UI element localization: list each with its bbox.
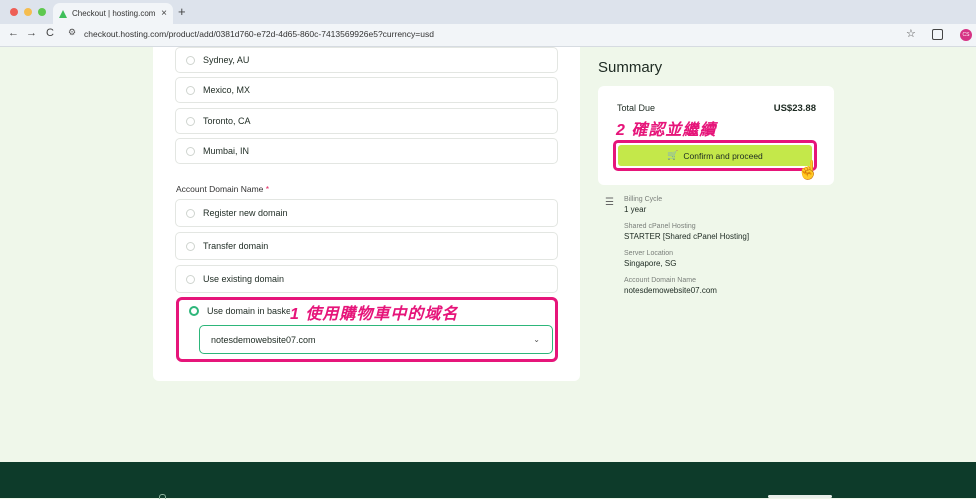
detail-account-domain: Account Domain Name notesdemowebsite07.c… <box>624 277 717 295</box>
selected-radio-icon[interactable] <box>189 306 199 316</box>
browser-tab-bar: Checkout | hosting.com × + <box>0 0 976 24</box>
extensions-icon[interactable] <box>932 29 943 40</box>
total-due-value: US$23.88 <box>773 103 816 114</box>
radio-icon[interactable] <box>186 241 195 251</box>
browser-tab[interactable]: Checkout | hosting.com × <box>53 3 173 24</box>
annotation-step-2: 2 確認並繼續 <box>616 122 717 139</box>
sliders-icon: ☰ <box>605 197 614 208</box>
radio-icon[interactable] <box>186 208 195 218</box>
option-label: Register new domain <box>203 208 288 218</box>
back-button[interactable]: ← <box>8 27 19 39</box>
location-option-mumbai[interactable]: Mumbai, IN <box>175 138 558 164</box>
domain-section-label: Account Domain Name * <box>176 184 269 194</box>
radio-icon[interactable] <box>186 85 195 95</box>
detail-hosting-plan: Shared cPanel Hosting STARTER [Shared cP… <box>624 223 749 241</box>
footer-logo-icon <box>159 494 166 499</box>
basket-option-row[interactable]: Use domain in basket <box>179 306 294 316</box>
radio-icon[interactable] <box>186 116 195 126</box>
option-label: Transfer domain <box>203 241 269 251</box>
tab-title: Checkout | hosting.com <box>72 9 156 18</box>
bookmark-star-icon[interactable]: ☆ <box>906 27 916 40</box>
option-label: Toronto, CA <box>203 116 251 126</box>
new-tab-button[interactable]: + <box>178 4 186 19</box>
tab-close-icon[interactable]: × <box>161 8 167 19</box>
domain-option-existing[interactable]: Use existing domain <box>175 265 558 293</box>
summary-title: Summary <box>598 59 663 76</box>
section-label-text: Account Domain Name <box>176 184 264 194</box>
url-field[interactable]: ⚙ checkout.hosting.com/product/add/0381d… <box>62 27 922 43</box>
radio-icon[interactable] <box>186 274 195 284</box>
location-option-mexico[interactable]: Mexico, MX <box>175 77 558 103</box>
detail-key: Account Domain Name <box>624 277 696 284</box>
option-label: Sydney, AU <box>203 55 250 65</box>
location-option-sydney[interactable]: Sydney, AU <box>175 47 558 73</box>
confirm-and-proceed-button[interactable]: 🛒 Confirm and proceed <box>618 145 812 166</box>
hand-cursor-icon: ☝ <box>797 160 820 180</box>
radio-icon[interactable] <box>186 55 195 65</box>
annotation-step-1: 1 使用購物車中的域名 <box>290 306 459 323</box>
site-settings-icon[interactable]: ⚙ <box>68 27 76 38</box>
domain-option-transfer[interactable]: Transfer domain <box>175 232 558 260</box>
detail-billing-cycle: Billing Cycle 1 year <box>624 196 662 214</box>
detail-key: Billing Cycle <box>624 196 663 203</box>
option-label: Use existing domain <box>203 274 285 284</box>
site-favicon-icon <box>59 9 67 18</box>
close-window-button[interactable] <box>10 8 18 16</box>
detail-value: 1 year <box>624 205 647 214</box>
maximize-window-button[interactable] <box>38 8 46 16</box>
window-controls <box>10 8 46 16</box>
detail-server-location: Server Location Singapore, SG <box>624 250 676 268</box>
forward-button[interactable]: → <box>26 27 37 39</box>
option-label: Use domain in basket <box>207 306 294 316</box>
chevron-down-icon: ⌄ <box>533 335 540 344</box>
location-option-toronto[interactable]: Toronto, CA <box>175 108 558 134</box>
confirm-button-label: Confirm and proceed <box>683 150 763 161</box>
detail-key: Shared cPanel Hosting <box>624 223 696 230</box>
detail-value: Singapore, SG <box>624 259 677 268</box>
minimize-window-button[interactable] <box>24 8 32 16</box>
address-bar: ← → C ⚙ checkout.hosting.com/product/add… <box>0 24 976 47</box>
basket-domain-select[interactable]: notesdemowebsite07.com ⌄ <box>199 325 553 354</box>
option-label: Mexico, MX <box>203 85 251 95</box>
detail-value: notesdemowebsite07.com <box>624 286 717 295</box>
detail-value: STARTER [Shared cPanel Hosting] <box>624 232 750 241</box>
total-due-label: Total Due <box>617 103 656 113</box>
radio-icon[interactable] <box>186 146 195 156</box>
profile-avatar[interactable]: CS <box>960 29 972 41</box>
reload-button[interactable]: C <box>46 27 54 39</box>
page-footer <box>0 462 976 499</box>
confirm-highlight: 🛒 Confirm and proceed <box>613 140 817 171</box>
selected-domain-value: notesdemowebsite07.com <box>211 334 316 345</box>
domain-option-register[interactable]: Register new domain <box>175 199 558 227</box>
required-mark: * <box>265 184 270 194</box>
detail-key: Server Location <box>624 250 674 257</box>
cart-icon: 🛒 <box>667 150 679 160</box>
option-label: Mumbai, IN <box>203 146 250 156</box>
url-text[interactable]: checkout.hosting.com/product/add/0381d76… <box>84 29 434 39</box>
